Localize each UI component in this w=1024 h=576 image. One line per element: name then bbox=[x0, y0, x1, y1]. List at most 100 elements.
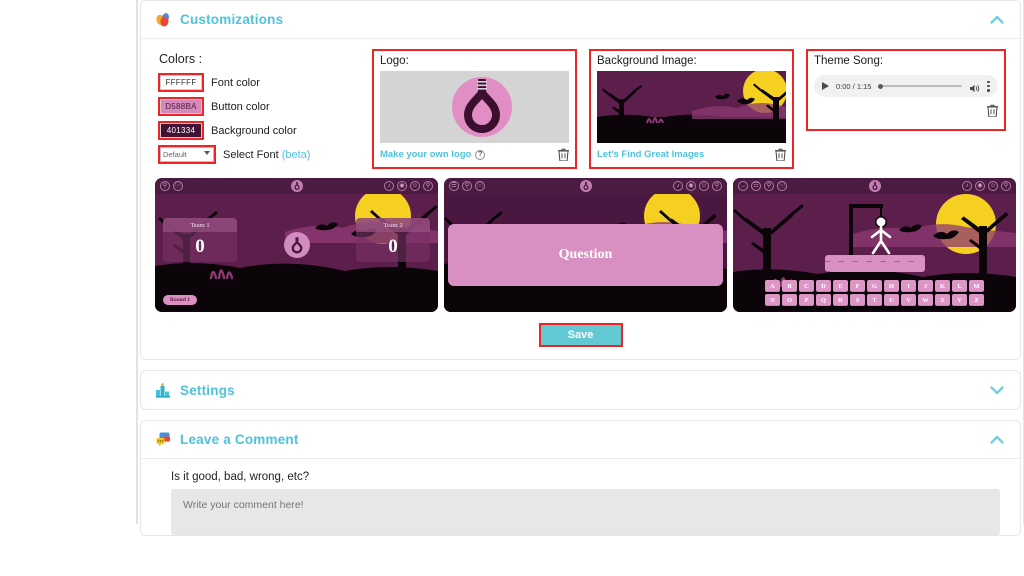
keyboard-key-d[interactable]: D bbox=[816, 280, 831, 292]
round-badge: Round 1 bbox=[163, 295, 198, 305]
content-column: Customizations Colors : FFFFFF Font colo… bbox=[137, 0, 1024, 536]
info-icon[interactable]: ⓘ bbox=[777, 181, 787, 191]
theme-song-footer bbox=[814, 104, 998, 118]
trophy-icon[interactable]: ⚲ bbox=[160, 181, 170, 191]
comment-input[interactable] bbox=[171, 489, 1000, 535]
keyboard-key-q[interactable]: Q bbox=[816, 294, 831, 306]
audio-progress-handle[interactable] bbox=[878, 83, 884, 89]
keyboard-key-s[interactable]: S bbox=[850, 294, 865, 306]
background-image-label: Background Image: bbox=[597, 55, 697, 67]
trash-icon[interactable] bbox=[775, 148, 786, 162]
trash-icon[interactable] bbox=[558, 148, 569, 162]
hangman-keyboard: ABCDEFGHIJKLM NOPQRSTUVWXYZ bbox=[755, 280, 995, 308]
find-great-images-link[interactable]: Let's Find Great Images bbox=[597, 149, 704, 160]
music-icon[interactable]: ♪ bbox=[673, 181, 683, 191]
audio-progress-slider[interactable] bbox=[878, 83, 962, 89]
keyboard-key-b[interactable]: B bbox=[782, 280, 797, 292]
keyboard-key-r[interactable]: R bbox=[833, 294, 848, 306]
volume-icon[interactable]: ◉ bbox=[975, 181, 985, 191]
volume-icon[interactable] bbox=[969, 81, 980, 92]
search-icon[interactable]: ⚲ bbox=[1001, 181, 1011, 191]
keyboard-key-c[interactable]: C bbox=[799, 280, 814, 292]
keyboard-key-l[interactable]: L bbox=[952, 280, 967, 292]
font-color-input[interactable]: FFFFFF bbox=[160, 75, 202, 90]
keyboard-key-m[interactable]: M bbox=[969, 280, 984, 292]
font-select-highlight: Default bbox=[158, 145, 216, 164]
customizations-header[interactable]: Customizations bbox=[141, 1, 1020, 39]
chevron-up-icon[interactable] bbox=[988, 11, 1006, 29]
team-2-score: 0 bbox=[388, 236, 398, 257]
keyboard-key-v[interactable]: V bbox=[901, 294, 916, 306]
keyboard-key-k[interactable]: K bbox=[935, 280, 950, 292]
button-color-input[interactable]: D588BA bbox=[160, 99, 202, 114]
keyboard-key-o[interactable]: O bbox=[782, 294, 797, 306]
comment-question: Is it good, bad, wrong, etc? bbox=[171, 471, 310, 483]
question-card[interactable]: Question bbox=[448, 224, 723, 286]
chevron-down-icon[interactable] bbox=[988, 381, 1006, 399]
leave-a-comment-header[interactable]: Leave a Comment bbox=[141, 421, 1020, 459]
profile-icon[interactable]: ☺ bbox=[410, 181, 420, 191]
music-icon[interactable]: ♪ bbox=[962, 181, 972, 191]
trophy-icon[interactable]: ⚲ bbox=[462, 181, 472, 191]
keyboard-key-h[interactable]: H bbox=[884, 280, 899, 292]
comment-body: Is it good, bad, wrong, etc? bbox=[141, 459, 1020, 535]
search-icon[interactable]: ⚲ bbox=[423, 181, 433, 191]
background-image-thumbnail[interactable] bbox=[597, 71, 786, 143]
background-color-input[interactable]: 401334 bbox=[160, 123, 202, 138]
search-icon[interactable]: ⚲ bbox=[712, 181, 722, 191]
keyboard-key-p[interactable]: P bbox=[799, 294, 814, 306]
keyboard-key-x[interactable]: X bbox=[935, 294, 950, 306]
keyboard-key-a[interactable]: A bbox=[765, 280, 780, 292]
keyboard-key-u[interactable]: U bbox=[884, 294, 899, 306]
keyboard-key-j[interactable]: J bbox=[918, 280, 933, 292]
play-icon[interactable] bbox=[822, 82, 829, 90]
more-options-icon[interactable] bbox=[987, 80, 990, 92]
keyboard-key-y[interactable]: Y bbox=[952, 294, 967, 306]
preview-toolbar: → ☷ ⚲ ⓘ ♪ ◉ ☺ ⚲ bbox=[733, 178, 1016, 194]
background-color-highlight: 401334 bbox=[158, 121, 204, 140]
settings-header[interactable]: Settings bbox=[141, 371, 1020, 409]
trophy-icon[interactable]: ⚲ bbox=[764, 181, 774, 191]
theme-song-label: Theme Song: bbox=[814, 55, 884, 67]
volume-icon[interactable]: ◉ bbox=[686, 181, 696, 191]
profile-icon[interactable]: ☺ bbox=[988, 181, 998, 191]
audio-time: 0:00 / 1:15 bbox=[836, 81, 872, 91]
help-icon[interactable]: ? bbox=[475, 149, 486, 160]
font-select[interactable]: Default bbox=[160, 147, 214, 162]
grid-icon[interactable]: ☷ bbox=[751, 181, 761, 191]
volume-icon[interactable]: ◉ bbox=[397, 181, 407, 191]
keyboard-key-n[interactable]: N bbox=[765, 294, 780, 306]
beta-tag: (beta) bbox=[281, 148, 311, 161]
preview-scoreboard[interactable]: ⚲ ⓘ ♪ ◉ ☺ ⚲ Team 1 0 Team 2 0 Round 1 bbox=[155, 178, 438, 312]
profile-icon[interactable]: ☺ bbox=[699, 181, 709, 191]
keyboard-key-z[interactable]: Z bbox=[969, 294, 984, 306]
keyboard-key-w[interactable]: W bbox=[918, 294, 933, 306]
settings-chart-icon bbox=[155, 382, 172, 399]
audio-player[interactable]: 0:00 / 1:15 bbox=[814, 75, 998, 97]
logo-thumbnail[interactable] bbox=[380, 71, 569, 143]
make-your-own-logo-link[interactable]: Make your own logo ? bbox=[380, 149, 486, 160]
preview-stage: Question bbox=[444, 194, 727, 312]
left-gutter bbox=[0, 0, 137, 524]
preview-question[interactable]: ☰ ⚲ ⓘ ♪ ◉ ☺ ⚲ Question bbox=[444, 178, 727, 312]
info-icon[interactable]: ⓘ bbox=[173, 181, 183, 191]
button-color-row: D588BA Button color bbox=[158, 97, 360, 116]
keyboard-key-t[interactable]: T bbox=[867, 294, 882, 306]
save-button[interactable]: Save bbox=[540, 325, 621, 345]
arrow-right-icon[interactable]: → bbox=[738, 181, 748, 191]
preview-hangman[interactable]: → ☷ ⚲ ⓘ ♪ ◉ ☺ ⚲ _ _ _ _ _ _ _ _ A B C D … bbox=[733, 178, 1016, 312]
music-icon[interactable]: ♪ bbox=[384, 181, 394, 191]
preview-row: ⚲ ⓘ ♪ ◉ ☺ ⚲ Team 1 0 Team 2 0 Round 1 ☰ … bbox=[155, 178, 1016, 312]
keyboard-key-f[interactable]: F bbox=[850, 280, 865, 292]
team-1-name: Team 1 bbox=[163, 218, 237, 232]
keyboard-key-i[interactable]: I bbox=[901, 280, 916, 292]
team-1-score: 0 bbox=[195, 236, 205, 257]
info-icon[interactable]: ⓘ bbox=[475, 181, 485, 191]
trash-icon[interactable] bbox=[987, 104, 998, 118]
keyboard-key-g[interactable]: G bbox=[867, 280, 882, 292]
save-highlight: Save bbox=[538, 323, 623, 347]
background-image-footer: Let's Find Great Images bbox=[597, 147, 786, 162]
menu-icon[interactable]: ☰ bbox=[449, 181, 459, 191]
chevron-up-icon[interactable] bbox=[988, 431, 1006, 449]
keyboard-key-e[interactable]: E bbox=[833, 280, 848, 292]
